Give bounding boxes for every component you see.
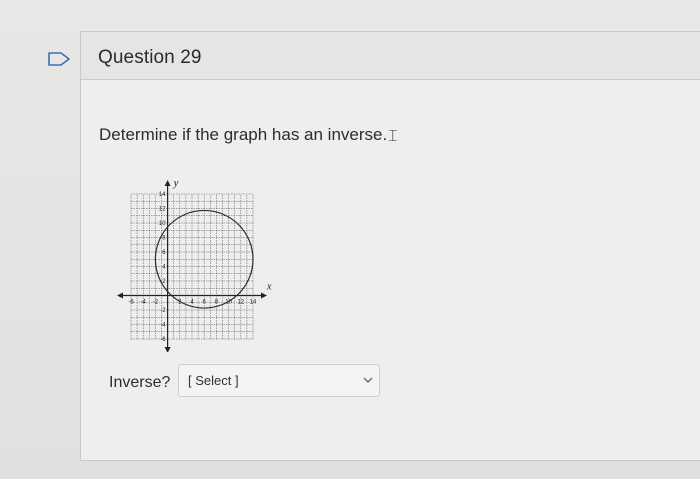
y-tick-label: 6 xyxy=(162,250,166,256)
y-axis-arrow-down xyxy=(164,347,171,352)
y-tick-label: 10 xyxy=(159,221,166,227)
graph-tick-labels: -6 -4 -2 2 4 6 8 10 12 141412108642-2-4-6 xyxy=(128,192,257,343)
question-header: Question 29 xyxy=(81,32,700,80)
x-axis-label: x xyxy=(266,282,272,293)
x-tick-label: -2 xyxy=(153,300,159,306)
text-cursor-icon: ⌶ xyxy=(388,128,398,145)
x-axis-arrow-left xyxy=(117,292,123,299)
x-tick-label: 14 xyxy=(250,300,257,306)
graph-image: -6 -4 -2 2 4 6 8 10 12 141412108642-2-4-6 x y xyxy=(117,177,272,352)
question-card: Question 29 Determine if the graph has a… xyxy=(80,31,700,461)
y-axis-label: y xyxy=(173,177,179,189)
y-axis-arrow-up xyxy=(164,180,171,186)
x-tick-label: 6 xyxy=(203,300,207,306)
y-tick-label: 8 xyxy=(162,236,166,242)
y-tick-label: 14 xyxy=(159,192,166,198)
x-tick-label: 12 xyxy=(237,300,244,306)
chevron-down-icon xyxy=(363,377,373,383)
page: Question 29 Determine if the graph has a… xyxy=(0,0,700,479)
question-title: Question 29 xyxy=(98,47,202,68)
x-tick-label: -4 xyxy=(141,300,147,306)
y-tick-label: -6 xyxy=(160,337,166,343)
y-tick-label: -4 xyxy=(160,323,166,329)
graph-grid xyxy=(130,193,254,340)
x-tick-label: -6 xyxy=(128,300,134,306)
flag-icon[interactable] xyxy=(48,52,70,66)
inverse-select[interactable]: [ Select ] xyxy=(178,364,380,397)
x-axis-arrow-right xyxy=(261,292,267,299)
inverse-label: Inverse? xyxy=(109,374,171,391)
y-tick-label: -2 xyxy=(160,308,166,314)
y-tick-label: 4 xyxy=(162,265,166,271)
y-tick-label: 12 xyxy=(159,207,166,213)
x-tick-label: 8 xyxy=(215,300,219,306)
question-prompt: Determine if the graph has an inverse. xyxy=(99,125,388,144)
select-value: [ Select ] xyxy=(188,373,239,388)
